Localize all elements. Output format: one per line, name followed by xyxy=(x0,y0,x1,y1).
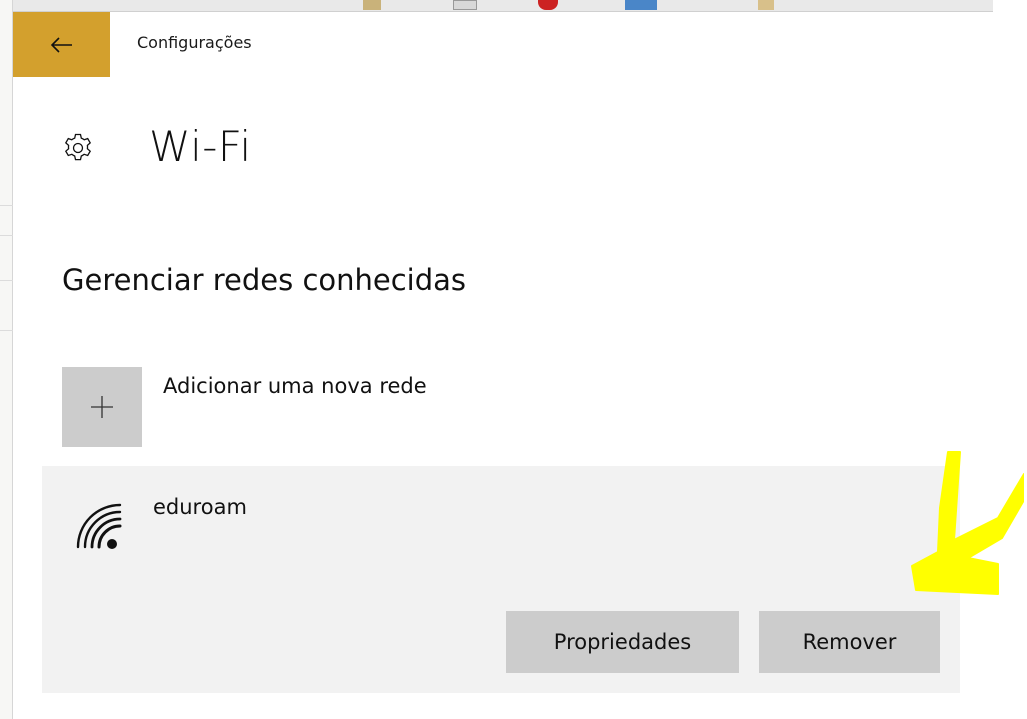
background-fragment xyxy=(538,0,558,10)
remove-button[interactable]: Remover xyxy=(759,611,940,673)
gear-icon xyxy=(64,133,92,161)
title-bar: Configurações xyxy=(13,12,993,77)
background-window-edge xyxy=(0,0,13,719)
background-divider xyxy=(0,280,13,281)
back-button[interactable] xyxy=(13,12,110,77)
arrow-left-icon xyxy=(50,36,72,53)
add-network-tile[interactable] xyxy=(62,367,142,447)
background-fragment xyxy=(453,0,477,10)
background-divider xyxy=(0,330,13,331)
wifi-signal-icon xyxy=(76,503,122,549)
background-fragment xyxy=(363,0,381,10)
background-window-strip xyxy=(13,0,993,12)
section-title: Gerenciar redes conhecidas xyxy=(62,263,467,297)
background-fragment xyxy=(758,0,774,10)
properties-button[interactable]: Propriedades xyxy=(506,611,739,673)
page-title: Wi-Fi xyxy=(149,122,252,171)
network-name: eduroam xyxy=(153,495,247,519)
app-title: Configurações xyxy=(137,33,252,52)
yellow-arrow-annotation xyxy=(911,451,1024,595)
plus-icon xyxy=(91,396,113,418)
network-list-item[interactable]: eduroam Propriedades Remover xyxy=(42,466,960,693)
page-header: Wi-Fi xyxy=(62,122,251,171)
add-network-label: Adicionar uma nova rede xyxy=(163,374,427,398)
background-fragment xyxy=(625,0,657,10)
background-divider xyxy=(0,235,13,236)
background-divider xyxy=(0,205,13,206)
add-network-button[interactable]: Adicionar uma nova rede xyxy=(62,367,482,447)
